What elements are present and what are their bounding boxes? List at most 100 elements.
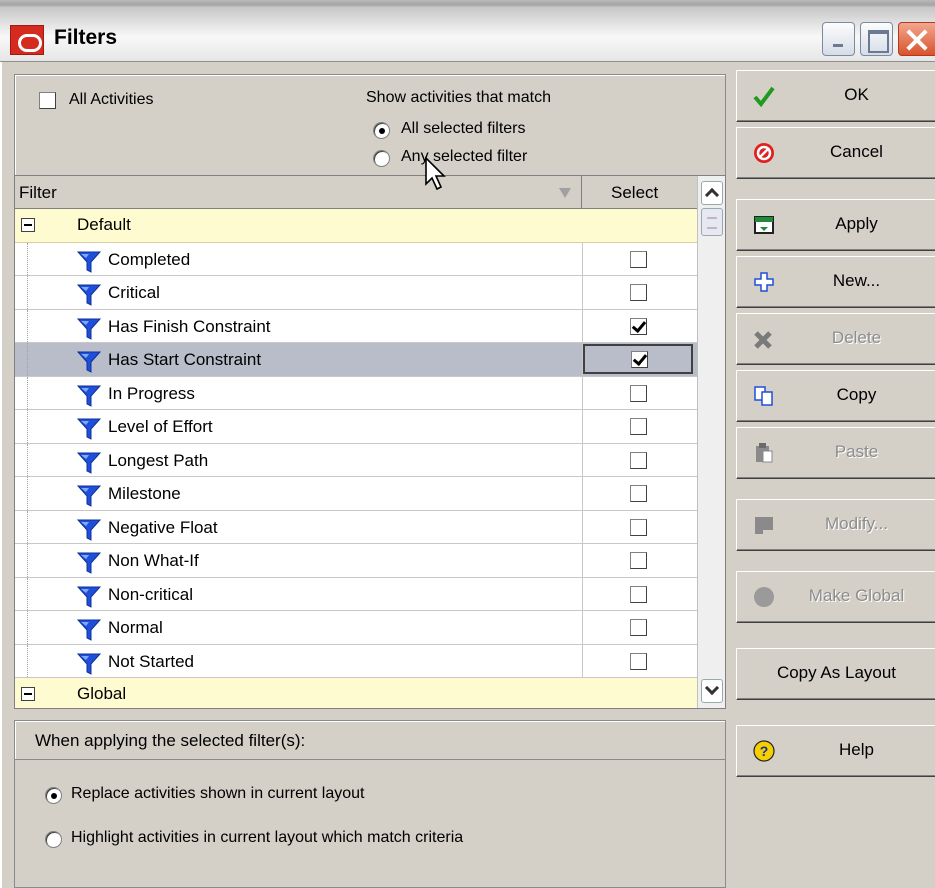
- select-cell[interactable]: [582, 477, 697, 510]
- highlight-radio[interactable]: [45, 831, 62, 848]
- cancel-icon: [754, 143, 774, 163]
- select-checkbox[interactable]: [630, 619, 647, 636]
- action-buttons: OK Cancel Apply New... Delete Copy Paste: [732, 62, 935, 888]
- select-cell[interactable]: [582, 578, 697, 611]
- select-cell[interactable]: [582, 276, 697, 309]
- select-cell[interactable]: [582, 544, 697, 577]
- new-button[interactable]: New...: [736, 256, 935, 308]
- select-cell[interactable]: [582, 611, 697, 644]
- table-row[interactable]: Has Finish Constraint: [15, 309, 697, 343]
- apply-options-header: When applying the selected filter(s):: [14, 720, 726, 760]
- select-checkbox[interactable]: [630, 552, 647, 569]
- select-checkbox[interactable]: [630, 418, 647, 435]
- select-checkbox[interactable]: [630, 451, 647, 469]
- replace-radio[interactable]: [45, 787, 62, 804]
- help-label: Help: [839, 740, 874, 759]
- select-checkbox[interactable]: [630, 485, 647, 502]
- scroll-down-icon[interactable]: [701, 679, 723, 703]
- filter-funnel-icon: [76, 452, 102, 474]
- copy-button[interactable]: Copy: [736, 370, 935, 422]
- filter-funnel-icon: [76, 552, 102, 574]
- filter-funnel-icon: [76, 586, 102, 608]
- scroll-thumb[interactable]: [701, 208, 723, 236]
- copy-as-layout-button[interactable]: Copy As Layout: [736, 648, 935, 700]
- select-checkbox[interactable]: [630, 652, 647, 670]
- paste-button[interactable]: Paste: [736, 427, 935, 479]
- match-any-radio[interactable]: [373, 150, 390, 167]
- column-header-filter[interactable]: Filter: [15, 176, 582, 209]
- table-row[interactable]: Level of Effort: [15, 410, 697, 444]
- help-icon: ?: [753, 740, 775, 762]
- mouse-cursor-icon: [425, 156, 446, 191]
- make-global-button[interactable]: Make Global: [736, 571, 935, 623]
- filter-name: Negative Float: [108, 517, 218, 537]
- filter-funnel-icon: [76, 251, 102, 273]
- column-select-label: Select: [611, 183, 659, 202]
- highlight-label: Highlight activities in current layout w…: [71, 829, 464, 846]
- select-cell[interactable]: [582, 410, 697, 443]
- table-row[interactable]: Milestone: [15, 477, 697, 511]
- table-row[interactable]: Non What-If: [15, 544, 697, 578]
- group-row-default[interactable]: Default: [15, 209, 697, 243]
- tree-line: [27, 611, 28, 644]
- vertical-scrollbar[interactable]: [697, 176, 725, 708]
- match-all-radio[interactable]: [373, 122, 390, 139]
- table-row[interactable]: Normal: [15, 611, 697, 645]
- maximize-button[interactable]: [860, 22, 893, 56]
- table-row[interactable]: Non-critical: [15, 577, 697, 611]
- collapse-icon[interactable]: [21, 218, 35, 232]
- tree-line: [27, 544, 28, 577]
- filter-table: Filter Select Default Completed Critical H…: [14, 175, 726, 709]
- select-cell[interactable]: [582, 377, 697, 410]
- all-activities-checkbox[interactable]: [39, 92, 56, 109]
- group-label: Global: [77, 684, 127, 703]
- table-row[interactable]: Negative Float: [15, 510, 697, 544]
- copy-label: Copy: [836, 385, 877, 404]
- apply-button[interactable]: Apply: [736, 199, 935, 251]
- select-cell[interactable]: [582, 310, 697, 343]
- group-row-global[interactable]: Global: [15, 678, 697, 708]
- tree-line: [27, 577, 28, 610]
- select-checkbox[interactable]: [630, 518, 647, 536]
- help-button[interactable]: ? Help: [736, 725, 935, 777]
- table-row[interactable]: Has Start Constraint: [15, 343, 697, 377]
- globe-icon: [754, 587, 774, 607]
- select-checkbox[interactable]: [631, 351, 648, 368]
- cancel-button[interactable]: Cancel: [736, 127, 935, 179]
- table-row[interactable]: Not Started: [15, 644, 697, 678]
- select-cell[interactable]: [582, 645, 697, 678]
- tree-line: [27, 443, 28, 476]
- minimize-button[interactable]: [822, 22, 855, 56]
- filter-funnel-icon: [76, 284, 102, 306]
- ok-button[interactable]: OK: [736, 70, 935, 122]
- table-row[interactable]: In Progress: [15, 376, 697, 410]
- paste-label: Paste: [834, 442, 879, 461]
- filter-name: Level of Effort: [108, 417, 213, 436]
- paste-icon: [756, 443, 773, 463]
- filter-name: Milestone: [108, 484, 181, 503]
- apply-icon: [754, 216, 774, 234]
- select-checkbox[interactable]: [630, 384, 647, 402]
- select-cell[interactable]: [582, 511, 697, 544]
- select-cell[interactable]: [583, 344, 693, 374]
- collapse-icon[interactable]: [21, 687, 35, 701]
- close-button[interactable]: [898, 22, 935, 56]
- delete-button[interactable]: Delete: [736, 313, 935, 365]
- apply-label: Apply: [835, 214, 878, 233]
- select-checkbox[interactable]: [630, 585, 647, 603]
- select-cell[interactable]: [582, 243, 697, 276]
- filter-name: Critical: [108, 283, 160, 302]
- select-cell[interactable]: [582, 444, 697, 477]
- scroll-up-icon[interactable]: [701, 181, 723, 205]
- select-checkbox[interactable]: [630, 317, 647, 335]
- modify-button[interactable]: Modify...: [736, 499, 935, 551]
- select-checkbox[interactable]: [630, 250, 647, 268]
- table-row[interactable]: Critical: [15, 276, 697, 310]
- select-checkbox[interactable]: [630, 284, 647, 301]
- sort-arrow-icon[interactable]: [559, 188, 571, 198]
- table-row[interactable]: Longest Path: [15, 443, 697, 477]
- ok-label: OK: [844, 85, 869, 104]
- table-row[interactable]: Completed: [15, 242, 697, 276]
- filter-name: Non What-If: [108, 551, 199, 570]
- column-header-select[interactable]: Select: [582, 176, 697, 209]
